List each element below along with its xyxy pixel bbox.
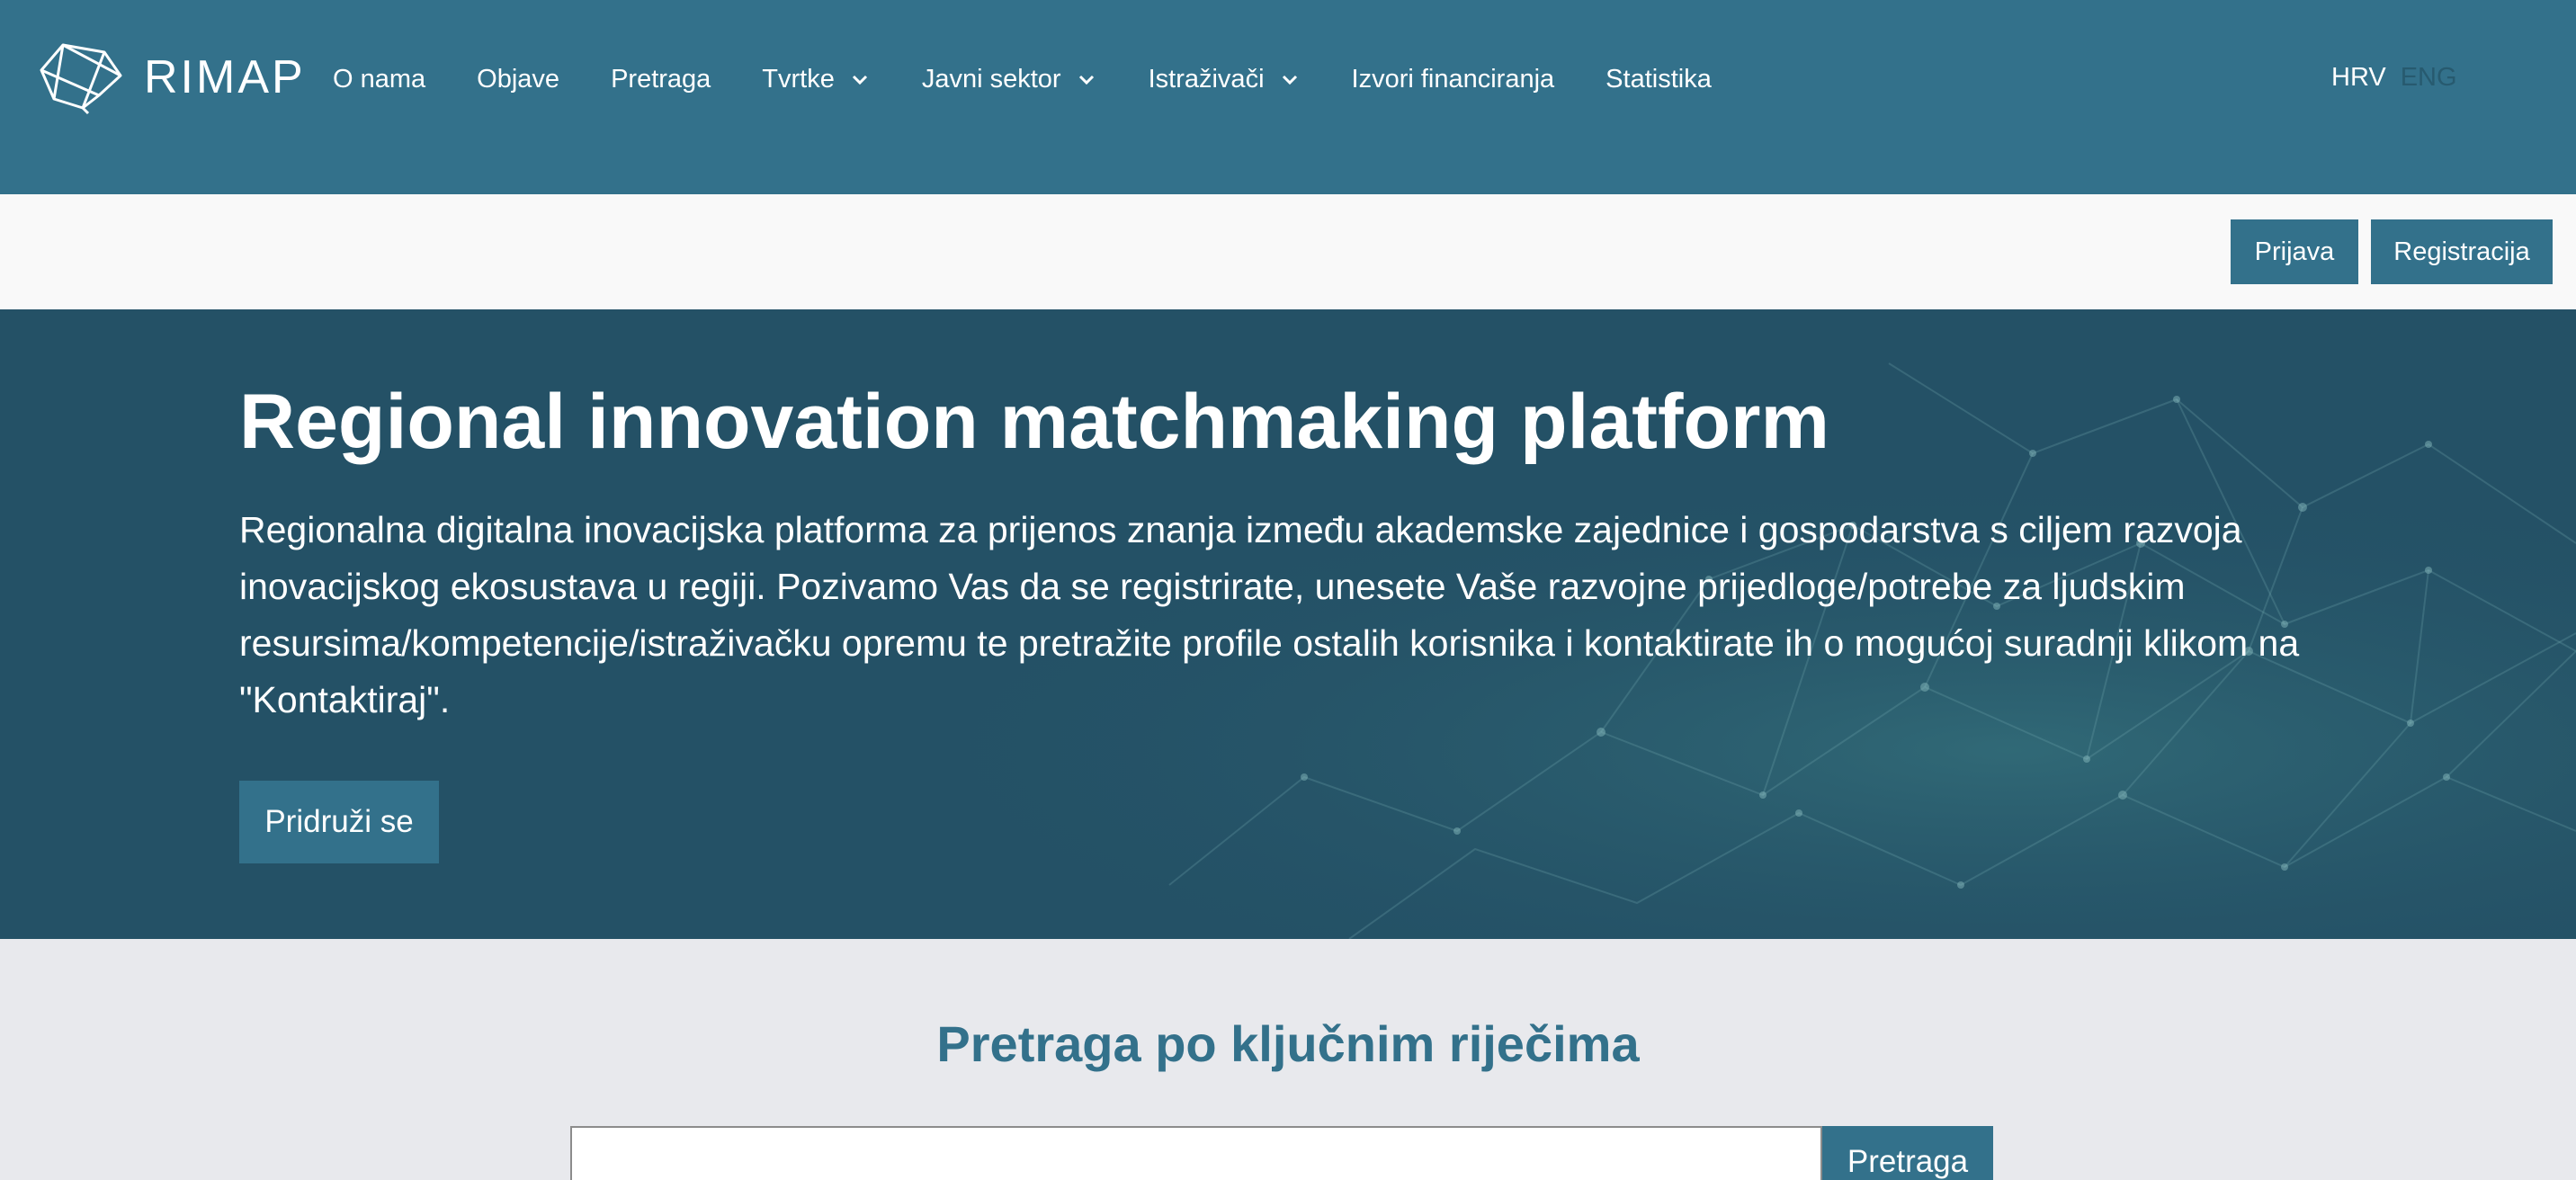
search-button[interactable]: Pretraga xyxy=(1822,1126,1993,1180)
auth-bar: Prijava Registracija xyxy=(0,194,2576,309)
main-nav: O nama Objave Pretraga Tvrtke Javni sekt… xyxy=(333,61,1763,97)
hero-description: Regionalna digitalna inovacijska platfor… xyxy=(239,509,2300,720)
nav-item-statistika[interactable]: Statistika xyxy=(1606,65,1712,94)
nav-item-o-nama[interactable]: O nama xyxy=(333,65,425,94)
nav-label: Tvrtke xyxy=(762,64,835,94)
hero-section: Regional innovation matchmaking platform… xyxy=(0,309,2576,939)
nav-label: Izvori financiranja xyxy=(1351,64,1555,94)
nav-label: Pretraga xyxy=(611,64,711,94)
nav-item-izvori-financiranja[interactable]: Izvori financiranja xyxy=(1352,65,1555,94)
chevron-down-icon xyxy=(849,68,871,90)
nav-item-javni-sektor[interactable]: Javni sektor xyxy=(922,65,1097,94)
nav-item-tvrtke[interactable]: Tvrtke xyxy=(762,65,871,94)
lang-hrv[interactable]: HRV xyxy=(2331,63,2386,93)
logo[interactable]: RIMAP xyxy=(36,40,306,115)
chevron-down-icon xyxy=(1076,68,1097,90)
nav-label: Istraživači xyxy=(1148,64,1265,94)
search-input[interactable] xyxy=(570,1126,1822,1180)
lang-eng[interactable]: ENG xyxy=(2401,63,2457,93)
nav-item-istrazivaci[interactable]: Istraživači xyxy=(1149,65,1301,94)
hero-title: Regional innovation matchmaking platform xyxy=(239,379,1829,465)
logo-icon xyxy=(40,43,122,115)
nav-label: Javni sektor xyxy=(921,64,1061,94)
nav-label: Statistika xyxy=(1606,64,1712,94)
search-title: Pretraga po ključnim riječima xyxy=(936,1015,1640,1072)
chevron-down-icon xyxy=(1279,68,1301,90)
top-navbar: RIMAP O nama Objave Pretraga Tvrtke Javn… xyxy=(0,0,2576,194)
nav-item-objave[interactable]: Objave xyxy=(477,65,559,94)
login-button[interactable]: Prijava xyxy=(2231,219,2358,284)
join-button[interactable]: Pridruži se xyxy=(239,781,439,863)
language-switcher: HRV ENG xyxy=(2331,63,2457,93)
nav-item-pretraga[interactable]: Pretraga xyxy=(611,65,711,94)
keyword-search-section: Pretraga po ključnim riječima Pretraga xyxy=(0,939,2576,1180)
nav-label: Objave xyxy=(477,64,560,94)
nav-label: O nama xyxy=(333,64,426,94)
register-button[interactable]: Registracija xyxy=(2371,219,2553,284)
logo-text: RIMAP xyxy=(144,51,306,103)
